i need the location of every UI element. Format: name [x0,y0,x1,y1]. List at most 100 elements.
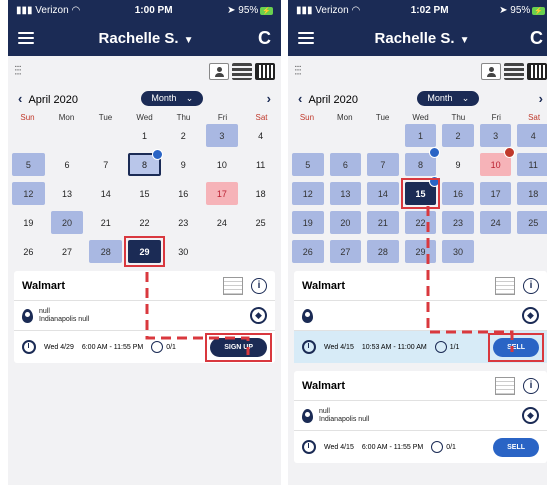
profile-view-icon[interactable] [481,62,501,80]
calendar-day[interactable]: 7 [89,153,122,176]
shift-date: Wed 4/29 [44,343,74,351]
calendar-day[interactable]: 27 [51,240,84,263]
calendar-day[interactable]: 15 [400,176,441,209]
user-selector[interactable]: Rachelle S. ▼ [375,30,470,47]
calendar-day[interactable]: 19 [12,211,45,234]
calendar-day[interactable]: 3 [205,124,239,147]
filter-sliders-icon[interactable]: ⫶⫶⫶ [294,63,302,79]
prev-month-icon[interactable]: ‹ [298,91,302,106]
calendar-day[interactable]: 8 [404,147,441,176]
calendar-day[interactable]: 6 [329,153,362,176]
calendar-day[interactable]: 5 [12,153,45,176]
calendar-day[interactable]: 13 [329,182,362,205]
calendar-day[interactable]: 15 [128,182,161,205]
day-number: 17 [216,188,227,199]
calendar-day[interactable]: 14 [367,182,399,205]
weekday-label: Sun [20,112,35,122]
calendar-day[interactable]: 22 [128,211,161,234]
list-view-icon[interactable] [232,62,252,80]
calendar-day[interactable]: 17 [479,182,512,205]
day-number: 13 [340,188,351,199]
info-icon[interactable]: i [523,277,539,294]
directions-icon[interactable]: ◆ [522,407,539,424]
calendar-day[interactable]: 17 [205,182,239,205]
calendar-day[interactable]: 29 [124,236,165,267]
next-month-icon[interactable]: › [267,91,271,106]
calendar-day[interactable]: 23 [167,211,200,234]
calendar-day[interactable]: 8 [128,149,163,176]
day-number: 21 [100,217,111,228]
calendar-day[interactable]: 18 [517,182,547,205]
calendar-day[interactable]: 1 [128,124,161,147]
sell-button[interactable]: SELL [493,437,539,457]
calendar-day[interactable]: 16 [442,182,474,205]
shift-date: Wed 4/15 [324,343,354,351]
calendar-day[interactable]: 30 [167,240,200,263]
day-number: 4 [258,130,264,141]
calendar-day[interactable]: 9 [442,153,474,176]
calendar-day[interactable]: 20 [50,211,84,234]
directions-icon[interactable]: ◆ [522,307,539,324]
store-icon [223,276,243,295]
directions-icon[interactable]: ◆ [250,307,267,324]
calendar-day[interactable]: 26 [292,240,324,263]
calendar-day[interactable]: 21 [89,211,122,234]
calendar-day[interactable]: 23 [442,211,474,234]
calendar-day[interactable]: 10 [206,153,239,176]
calendar-day[interactable]: 2 [442,124,474,147]
list-view-icon[interactable] [504,62,524,80]
calendar-day[interactable]: 25 [244,211,277,234]
calendar-day[interactable]: 21 [367,211,399,234]
prev-month-icon[interactable]: ‹ [18,91,22,106]
calendar-day[interactable]: 12 [292,182,324,205]
calendar-day[interactable]: 7 [367,153,399,176]
calendar-day[interactable]: 28 [367,240,399,263]
calendar-day[interactable]: 12 [12,182,45,205]
calendar-day[interactable]: 1 [404,124,437,147]
refresh-icon[interactable]: C [530,28,543,49]
sell-button[interactable]: SELL [488,332,544,362]
view-select[interactable]: Month ⌄ [141,90,204,106]
calendar-day[interactable]: 30 [442,240,474,263]
profile-view-icon[interactable] [209,62,229,80]
alarm-clock-icon [302,440,316,454]
calendar-day[interactable]: 11 [244,153,277,176]
sign-up-button[interactable]: SIGN UP [205,332,272,362]
calendar-day[interactable]: 19 [292,211,324,234]
calendar-day[interactable]: 5 [292,153,324,176]
calendar-day[interactable]: 4 [244,124,277,147]
calendar-day[interactable]: 26 [12,240,45,263]
filter-sliders-icon[interactable]: ⫶⫶⫶ [14,63,22,79]
calendar-day[interactable]: 4 [517,124,547,147]
calendar-day[interactable]: 24 [206,211,239,234]
day-number: 1 [141,130,147,141]
calendar-day[interactable]: 16 [167,182,200,205]
refresh-icon[interactable]: C [258,28,271,49]
menu-icon[interactable] [298,32,314,44]
calendar-view-icon[interactable] [255,62,275,80]
calendar-day[interactable]: 14 [89,182,122,205]
info-icon[interactable]: i [523,377,539,394]
calendar-day[interactable]: 24 [479,211,512,234]
calendar-day[interactable]: 25 [517,211,547,234]
user-selector[interactable]: Rachelle S. ▼ [99,30,194,47]
calendar-day[interactable]: 9 [167,153,200,176]
calendar-day[interactable]: 6 [51,153,84,176]
calendar-day[interactable]: 22 [404,211,437,234]
sell-label: SELL [507,443,525,451]
calendar-day[interactable]: 27 [329,240,362,263]
calendar-day[interactable]: 3 [479,124,512,147]
next-month-icon[interactable]: › [539,91,543,106]
calendar-day[interactable]: 28 [89,240,123,263]
calendar-day[interactable]: 11 [517,153,547,176]
calendar-day[interactable]: 18 [244,182,277,205]
calendar-day[interactable]: 20 [329,211,362,234]
calendar-day[interactable]: 2 [167,124,200,147]
view-select[interactable]: Month ⌄ [417,90,480,106]
calendar-view-icon[interactable] [527,62,547,80]
info-icon[interactable]: i [251,277,267,294]
menu-icon[interactable] [18,32,34,44]
calendar-day[interactable]: 13 [51,182,84,205]
calendar-day[interactable]: 29 [404,240,437,263]
calendar-day[interactable]: 10 [479,147,516,176]
